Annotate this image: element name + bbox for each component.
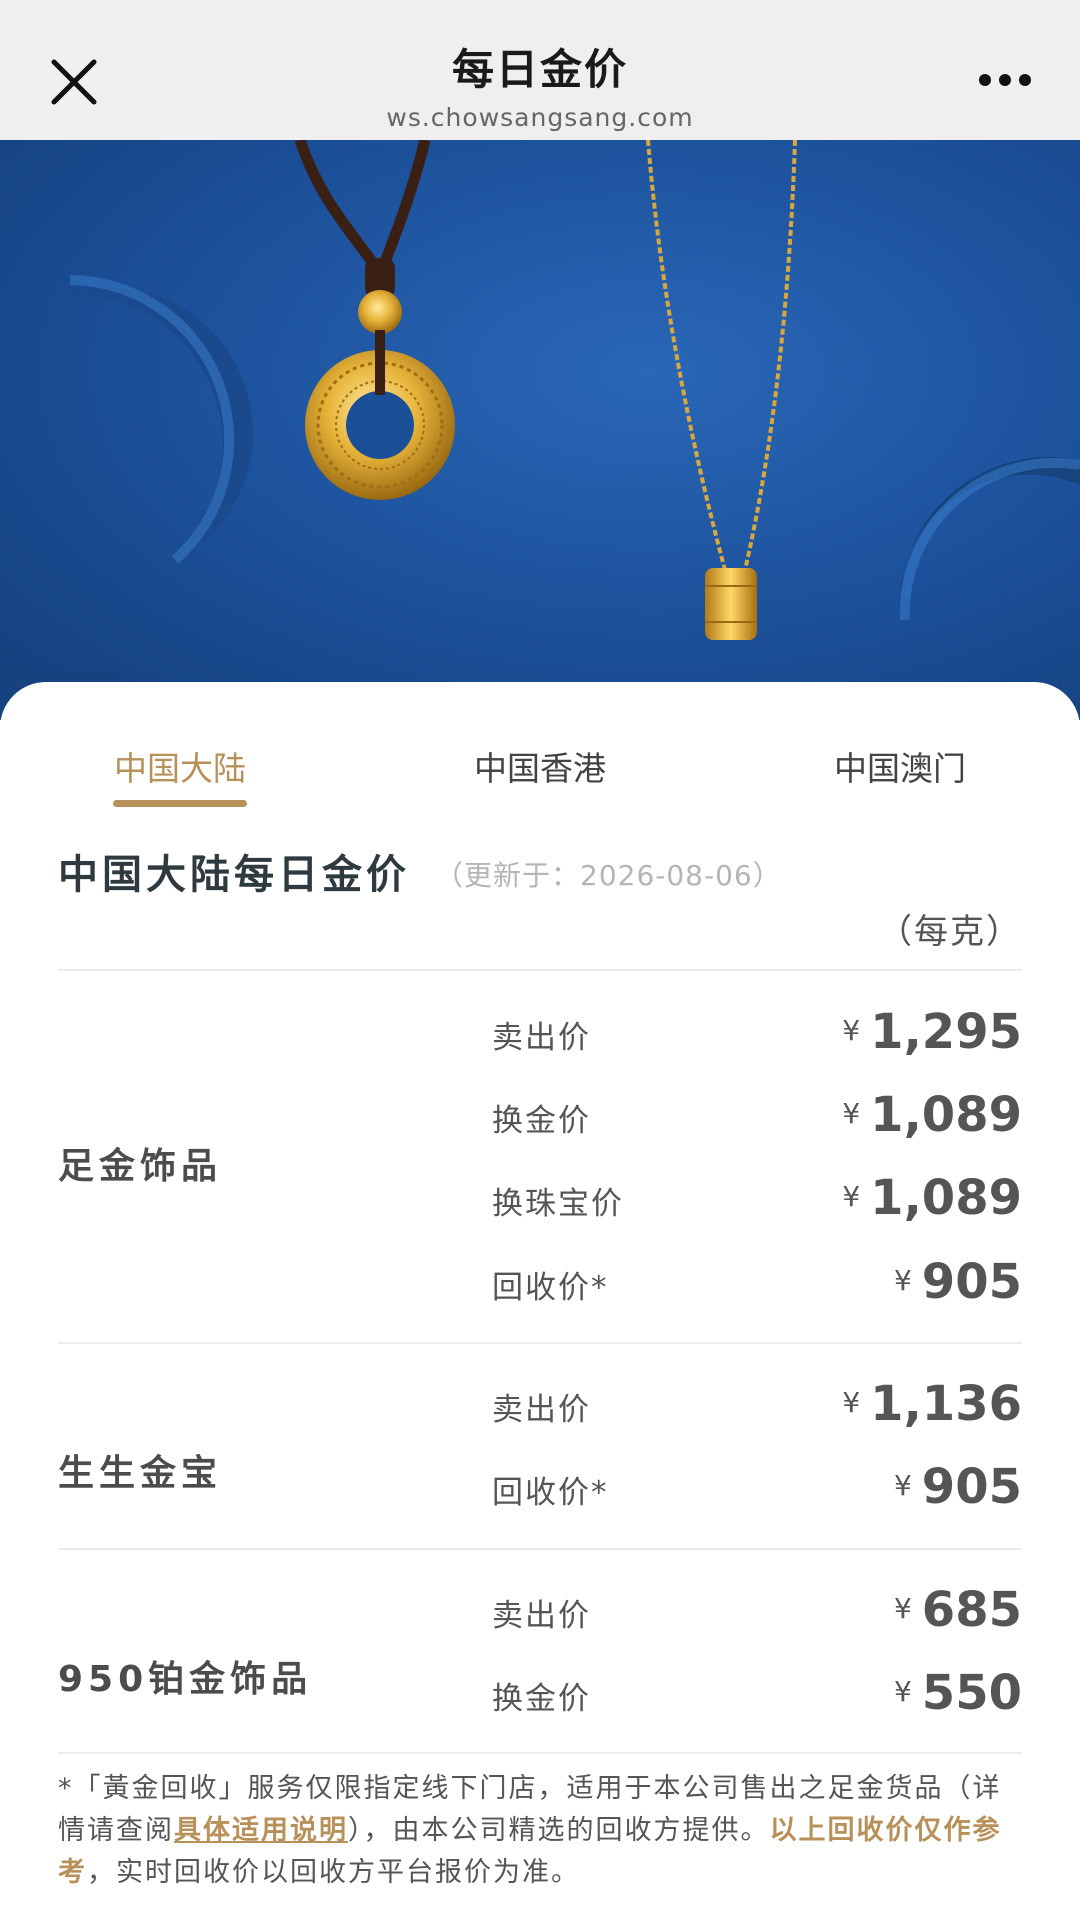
price-value: ¥1,089 (842, 1170, 1022, 1226)
region-tabs: 中国大陆 中国香港 中国澳门 (0, 742, 1080, 822)
price-label: 回收价* (492, 1270, 609, 1306)
price-label: 卖出价 (492, 1020, 591, 1056)
applicable-details-link[interactable]: 具体适用说明 (174, 1815, 348, 1846)
price-label: 换珠宝价 (492, 1186, 624, 1222)
divider (58, 969, 1022, 971)
tab-mainland[interactable]: 中国大陆 (30, 742, 330, 790)
price-label: 换金价 (492, 1103, 591, 1139)
price-value: ¥1,136 (842, 1376, 1022, 1432)
price-value: ¥550 (894, 1665, 1022, 1721)
section-title: 中国大陆每日金价 (58, 852, 410, 898)
currency-symbol: ¥ (893, 1592, 912, 1625)
price-label: 卖出价 (492, 1598, 591, 1634)
price-label: 回收价* (492, 1475, 609, 1511)
hero-banner (0, 140, 1080, 720)
more-button[interactable] (970, 60, 1040, 100)
price-value: ¥1,089 (842, 1087, 1022, 1143)
price-number: 1,136 (870, 1376, 1022, 1432)
currency-symbol: ¥ (893, 1469, 912, 1502)
price-number: 685 (921, 1582, 1022, 1638)
tab-hongkong[interactable]: 中国香港 (390, 742, 690, 790)
page-title: 每日金价 (451, 45, 628, 94)
currency-symbol: ¥ (893, 1264, 912, 1297)
price-number: 550 (921, 1665, 1022, 1721)
divider (58, 1548, 1022, 1550)
tab-macau[interactable]: 中国澳门 (750, 742, 1050, 790)
footnote-text: ，实时回收价以回收方平台报价为准。 (87, 1857, 580, 1888)
currency-symbol: ¥ (842, 1014, 861, 1047)
currency-symbol: ¥ (893, 1675, 912, 1708)
price-label: 换金价 (492, 1681, 591, 1717)
currency-symbol: ¥ (842, 1386, 861, 1419)
price-number: 1,295 (870, 1004, 1022, 1060)
price-number: 1,089 (870, 1170, 1022, 1226)
unit-note: （每克） (878, 912, 1022, 952)
price-value: ¥905 (894, 1459, 1022, 1515)
divider (58, 1342, 1022, 1344)
page-url: ws.chowsangsang.com (386, 103, 694, 132)
divider (58, 1752, 1022, 1754)
price-number: 905 (921, 1254, 1022, 1310)
price-value: ¥1,295 (842, 1004, 1022, 1060)
price-card: 中国大陆 中国香港 中国澳门 中国大陆每日金价 （更新于：2026-08-06）… (0, 682, 1080, 1926)
price-number: 905 (921, 1459, 1022, 1515)
price-number: 1,089 (870, 1087, 1022, 1143)
group-name: 生生金宝 (58, 1453, 223, 1494)
top-bar: 每日金价 ws.chowsangsang.com (0, 0, 1080, 140)
group-name: 足金饰品 (58, 1146, 223, 1187)
group-name: 950铂金饰品 (58, 1659, 313, 1700)
more-icon (979, 74, 1031, 86)
currency-symbol: ¥ (842, 1097, 861, 1130)
title-block: 每日金价 ws.chowsangsang.com (0, 36, 1080, 132)
active-tab-indicator (113, 800, 247, 807)
price-value: ¥905 (894, 1254, 1022, 1310)
recycle-footnote: *「黃金回收」服务仅限指定线下门店，适用于本公司售出之足金货品（详情请查阅具体适… (58, 1768, 1026, 1894)
price-value: ¥685 (894, 1582, 1022, 1638)
currency-symbol: ¥ (842, 1180, 861, 1213)
update-date: （更新于：2026-08-06） (435, 859, 782, 892)
banner-jewelry-image (0, 140, 1080, 720)
price-label: 卖出价 (492, 1392, 591, 1428)
footnote-text: ），由本公司精选的回收方提供。 (348, 1815, 770, 1846)
